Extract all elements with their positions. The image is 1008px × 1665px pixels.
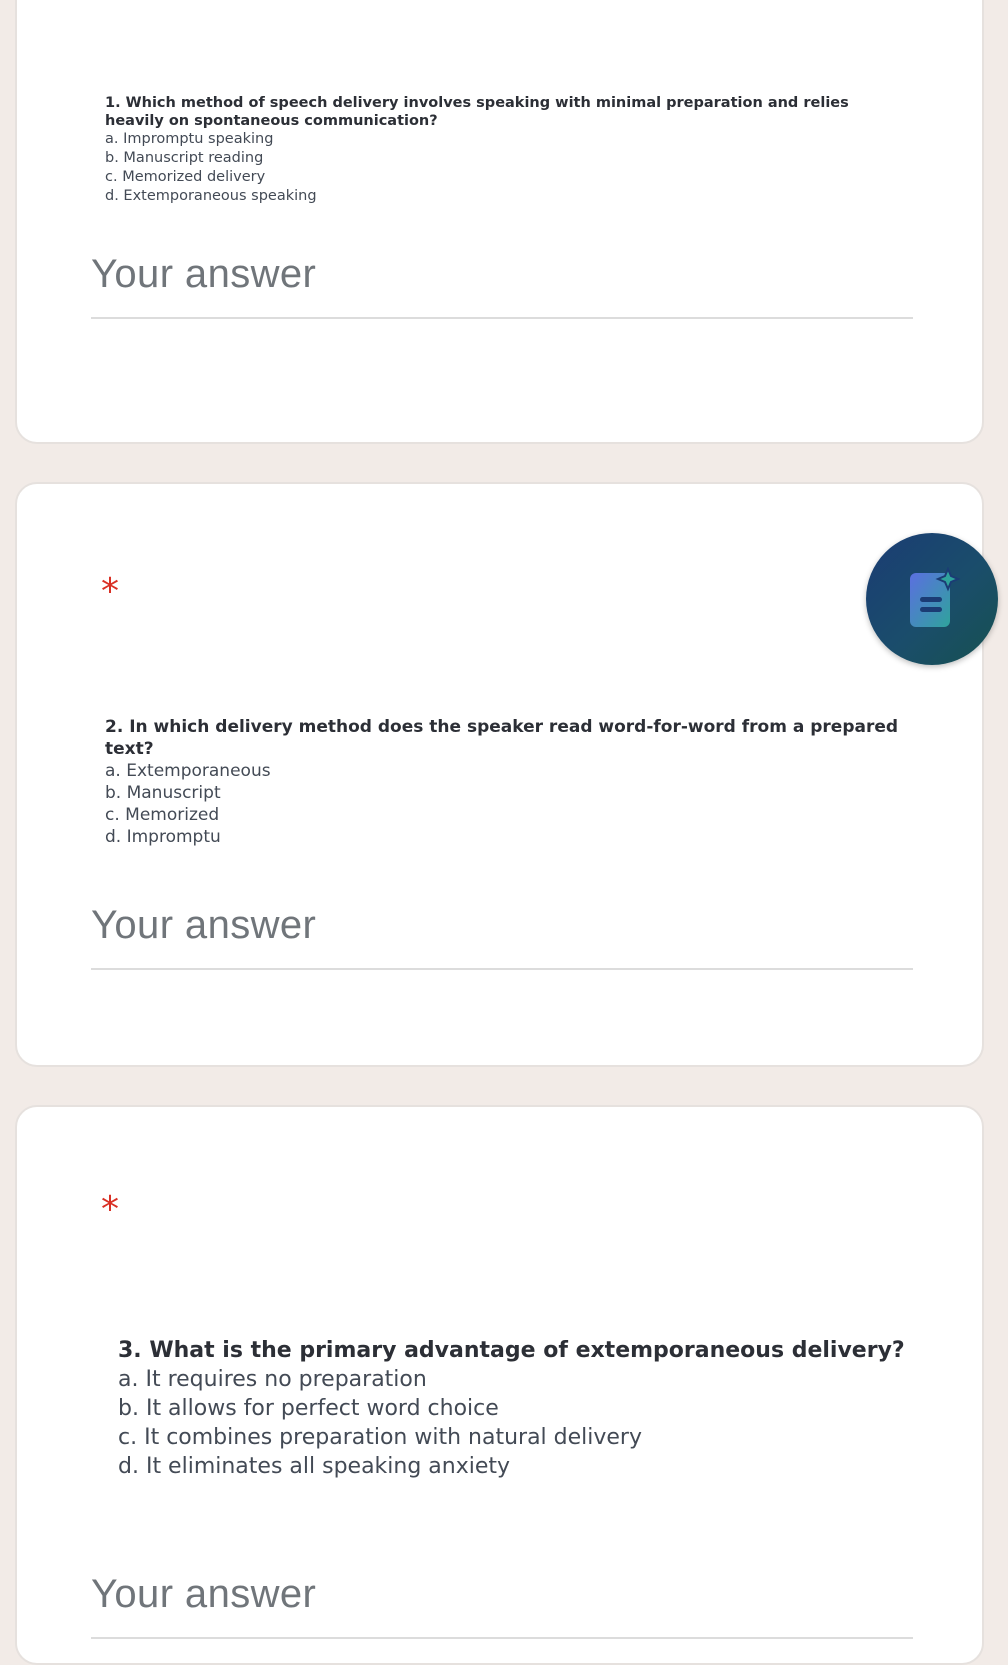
answer-field-2[interactable] (91, 898, 913, 970)
answer-field-1[interactable] (91, 247, 913, 319)
question-2-option-d: d. Impromptu (105, 827, 221, 847)
question-2-option-c: c. Memorized (105, 805, 220, 825)
document-assistant-button[interactable] (866, 533, 998, 665)
question-card-3: * 3. What is the primary advantage of ex… (15, 1105, 984, 1665)
document-sparkle-icon (910, 567, 961, 627)
question-3-text: 3. What is the primary advantage of exte… (118, 1338, 905, 1363)
question-1-option-d: d. Extemporaneous speaking (105, 188, 317, 204)
required-asterisk: * (101, 1189, 119, 1230)
question-1-option-a: a. Impromptu speaking (105, 131, 274, 147)
question-3-option-b: b. It allows for perfect word choice (118, 1396, 499, 1421)
question-card-2: * 2. In which delivery method does the s… (15, 482, 984, 1067)
question-3-option-c: c. It combines preparation with natural … (118, 1425, 642, 1450)
question-1-body: 1. Which method of speech delivery invol… (105, 94, 905, 206)
question-2-body: 2. In which delivery method does the spe… (105, 716, 945, 848)
answer-input-2[interactable] (91, 898, 913, 952)
question-card-1: 1. Which method of speech delivery invol… (15, 0, 984, 444)
answer-field-3[interactable] (91, 1567, 913, 1639)
answer-input-1[interactable] (91, 247, 913, 301)
answer-input-3[interactable] (91, 1567, 913, 1621)
question-2-option-a: a. Extemporaneous (105, 761, 271, 781)
required-asterisk: * (101, 571, 119, 612)
question-3-option-d: d. It eliminates all speaking anxiety (118, 1454, 511, 1479)
question-3-option-a: a. It requires no preparation (118, 1367, 427, 1392)
question-1-option-c: c. Memorized delivery (105, 169, 266, 185)
question-2-option-b: b. Manuscript (105, 783, 221, 803)
question-1-text: 1. Which method of speech delivery invol… (105, 95, 849, 129)
question-3-body: 3. What is the primary advantage of exte… (118, 1337, 958, 1481)
question-1-option-b: b. Manuscript reading (105, 150, 264, 166)
question-2-text: 2. In which delivery method does the spe… (105, 717, 899, 759)
